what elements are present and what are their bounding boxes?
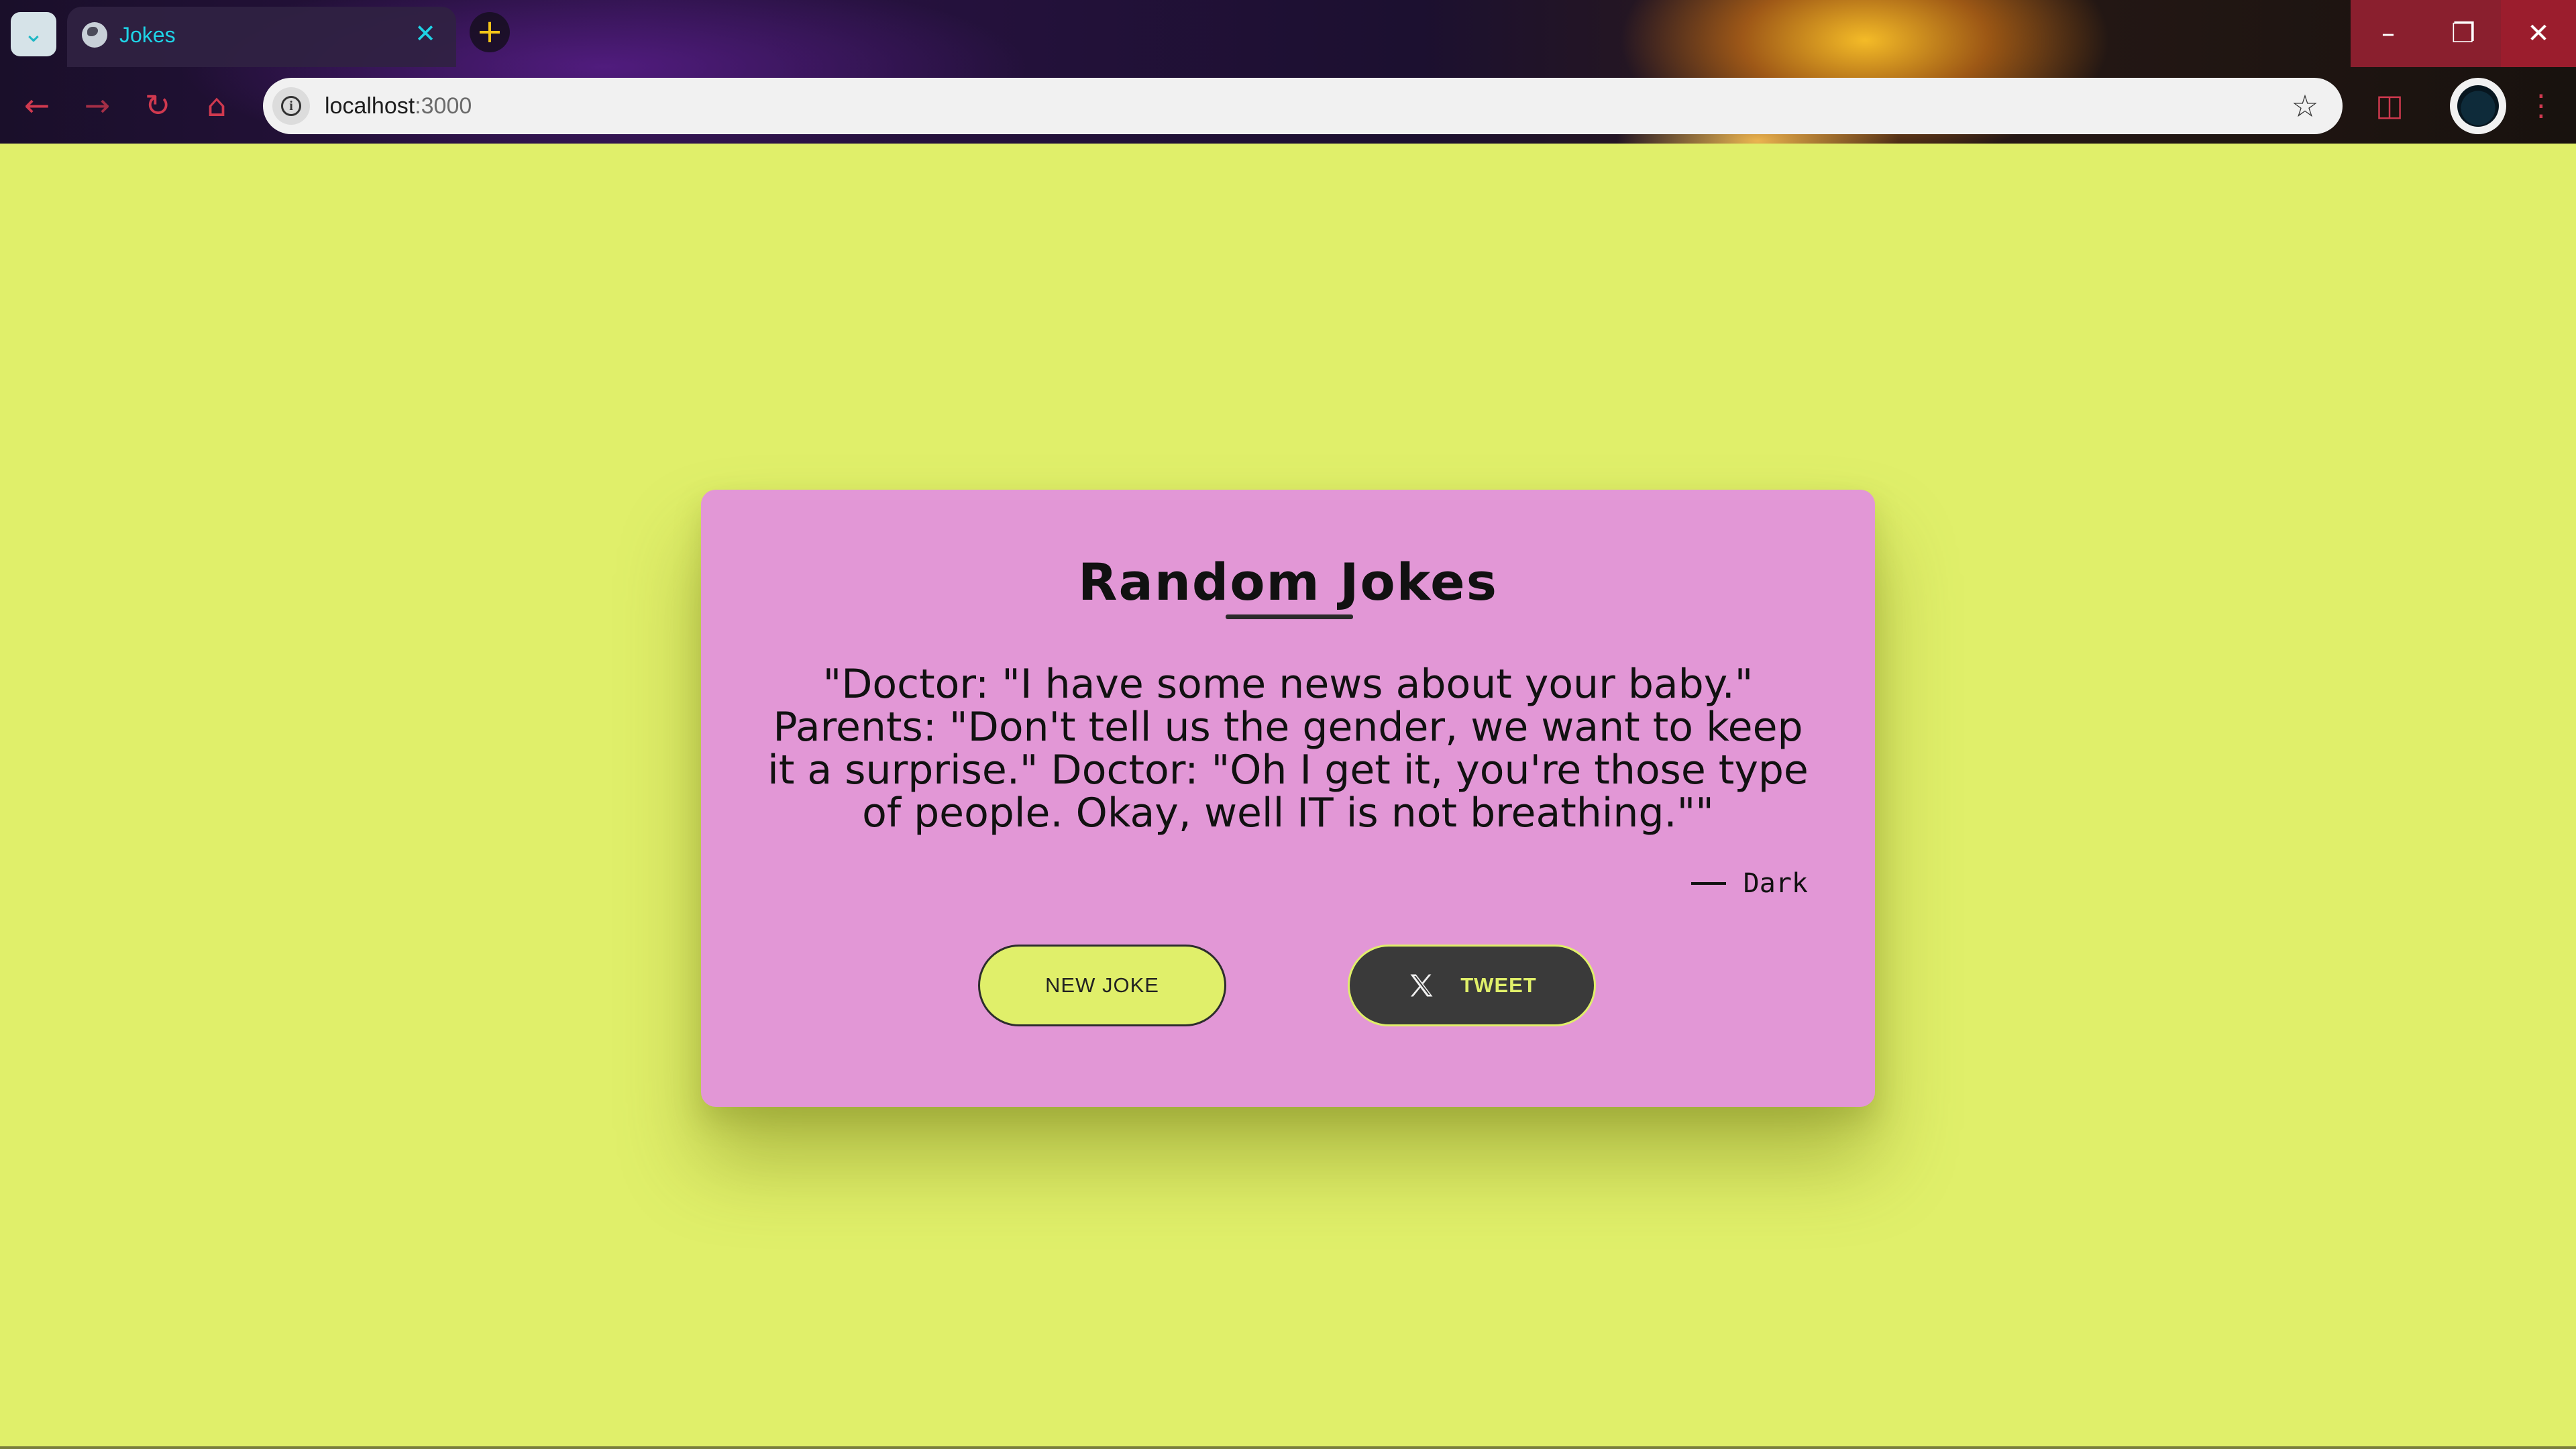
forward-arrow-icon[interactable]: →	[74, 82, 121, 129]
tab-jokes[interactable]: Jokes ✕	[67, 7, 456, 67]
new-joke-button[interactable]: NEW JOKE	[978, 945, 1226, 1026]
tweet-button[interactable]: TWEET	[1348, 945, 1596, 1026]
tab-strip: ⌄ Jokes ✕ + – ❐ ✕	[0, 0, 2576, 67]
chevron-down-icon[interactable]: ⌄	[11, 12, 56, 56]
close-icon[interactable]: ✕	[412, 20, 439, 47]
joke-author: Dark	[1690, 868, 1808, 899]
window-close-icon[interactable]: ✕	[2501, 0, 2576, 67]
reload-icon[interactable]: ↻	[134, 82, 181, 129]
joke-text: "Doctor: "I have some news about your ba…	[767, 661, 1809, 837]
tweet-label: TWEET	[1460, 973, 1537, 997]
home-icon[interactable]: ⌂	[193, 82, 240, 129]
address-bar[interactable]: i localhost:3000 ☆	[263, 78, 2343, 134]
window-controls: – ❐ ✕	[2351, 0, 2576, 67]
page-content: Random Jokes "Doctor: "I have some news …	[0, 144, 2576, 1446]
tab-title: Jokes	[119, 23, 176, 47]
browser-window: ⌄ Jokes ✕ + – ❐ ✕ ← → ↻ ⌂ i localhost:30…	[0, 0, 2576, 1449]
card-title: Random Jokes	[1078, 552, 1498, 612]
restore-icon[interactable]: ❐	[2426, 0, 2501, 67]
joke-card: Random Jokes "Doctor: "I have some news …	[701, 490, 1875, 1107]
browser-toolbar: ← → ↻ ⌂ i localhost:3000 ☆ ◫ ⋮	[0, 67, 2576, 144]
author-dash	[1690, 882, 1726, 885]
x-logo-icon	[1407, 971, 1436, 1000]
page-bottom-border	[0, 1446, 2576, 1449]
avatar[interactable]	[2450, 78, 2506, 134]
plus-icon[interactable]: +	[470, 12, 510, 52]
url-host: localhost	[325, 93, 415, 119]
url-port: :3000	[415, 93, 472, 119]
kebab-menu-icon[interactable]: ⋮	[2522, 85, 2560, 127]
url-text[interactable]: localhost:3000	[325, 91, 472, 121]
puzzle-icon[interactable]: ◫	[2371, 87, 2408, 125]
back-arrow-icon[interactable]: ←	[13, 82, 60, 129]
info-glyph: i	[281, 96, 301, 116]
author-name: Dark	[1743, 868, 1808, 899]
title-underline	[1226, 614, 1353, 619]
avatar-image	[2457, 85, 2499, 127]
info-icon[interactable]: i	[272, 87, 310, 125]
new-joke-label: NEW JOKE	[1045, 973, 1159, 997]
browser-chrome: ⌄ Jokes ✕ + – ❐ ✕ ← → ↻ ⌂ i localhost:30…	[0, 0, 2576, 144]
minimize-icon[interactable]: –	[2351, 0, 2426, 67]
star-icon[interactable]: ☆	[2285, 86, 2325, 126]
globe-icon	[82, 22, 107, 48]
